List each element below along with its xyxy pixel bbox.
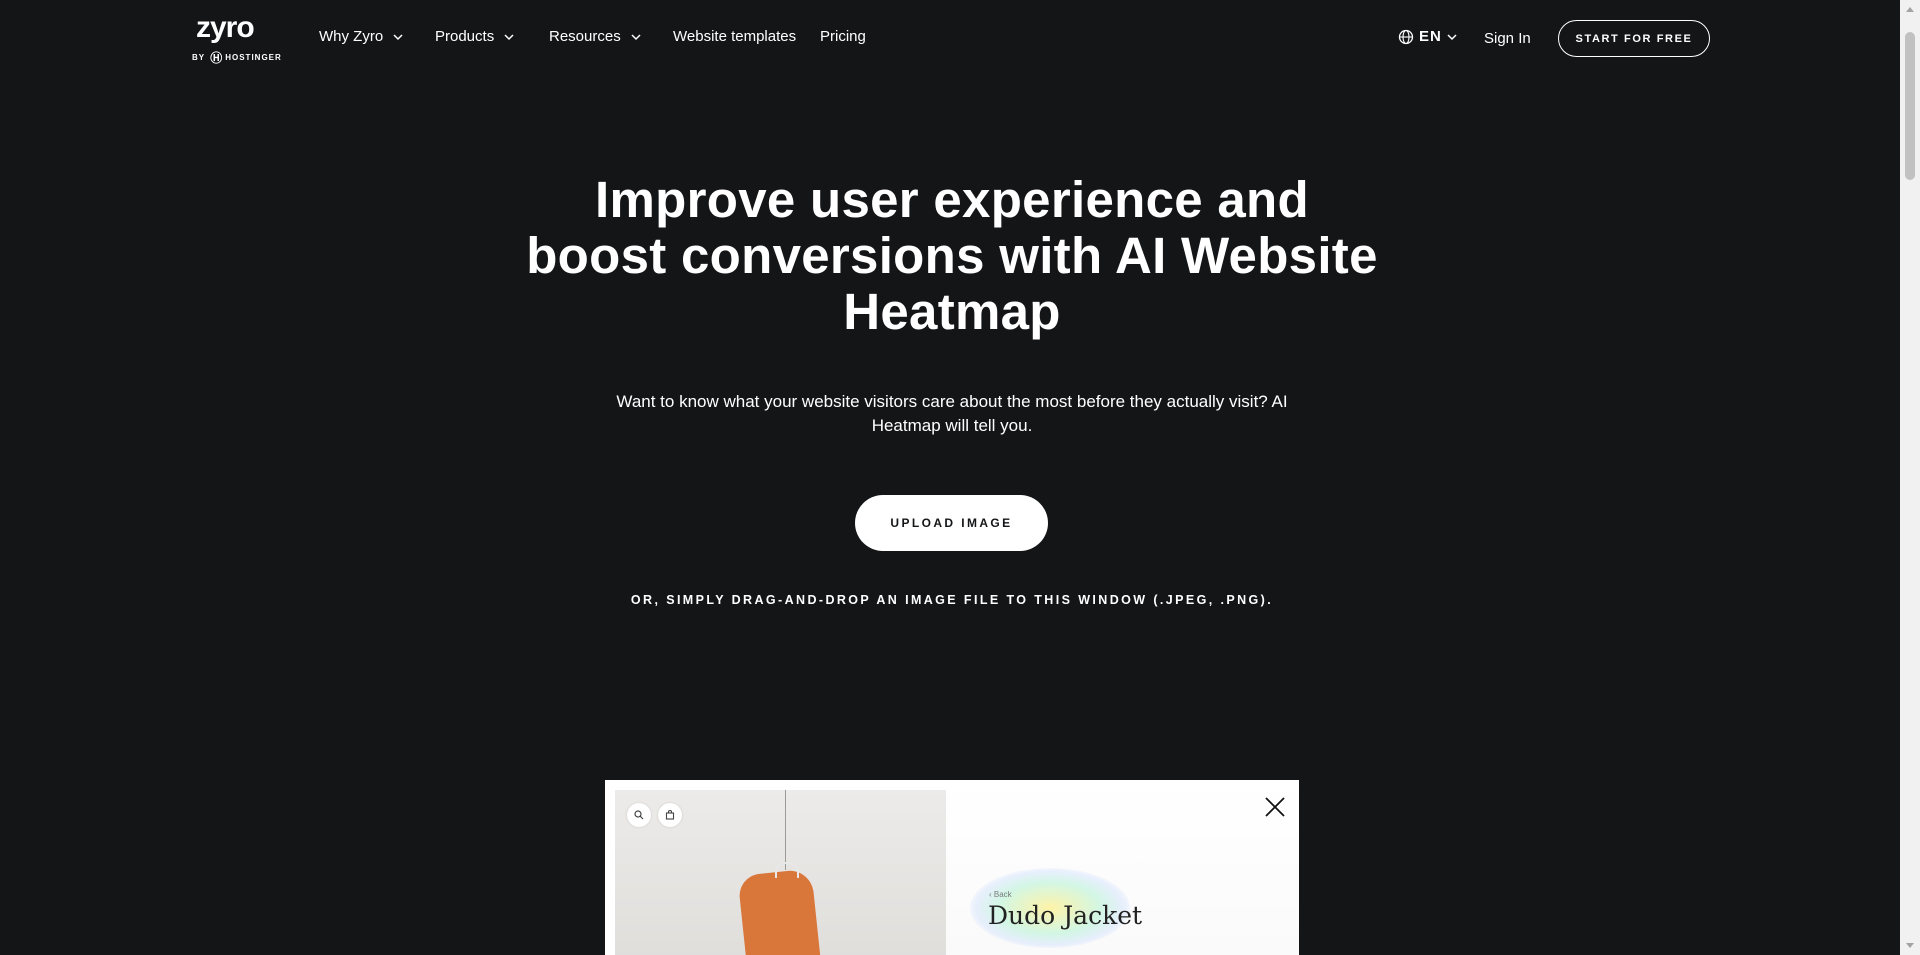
back-link[interactable]: ‹ Back [989,890,1012,899]
nav-item-website-templates[interactable]: Website templates [673,28,796,45]
nav-item-label: Why Zyro [319,28,384,45]
chevron-down-icon [504,33,514,40]
language-label: EN [1419,28,1442,45]
scroll-up-arrow-icon[interactable] [1906,7,1914,12]
globe-icon [1398,29,1414,44]
start-for-free-button[interactable]: START FOR FREE [1558,20,1710,57]
hostinger-mark-icon: Ⓗ [210,51,224,65]
nav-item-label: Resources [549,28,621,45]
zyro-logo[interactable]: zyro BY Ⓗ HOSTINGER [192,11,281,65]
nav-item-label: Products [435,28,495,45]
language-selector[interactable]: EN [1398,28,1457,45]
search-icon[interactable] [627,803,651,827]
nav-item-pricing[interactable]: Pricing [820,28,866,45]
nav-item-label: Pricing [820,28,866,45]
scroll-down-arrow-icon[interactable] [1906,943,1914,948]
preview-product-photo [615,790,946,955]
nav-item-resources[interactable]: Resources [549,28,641,45]
nav-item-label: Website templates [673,28,797,45]
upload-image-button[interactable]: UPLOAD IMAGE [855,495,1048,551]
page-scrollbar[interactable] [1900,0,1920,955]
logo-by: BY [192,53,205,62]
close-icon[interactable] [1263,795,1287,819]
chevron-down-icon [631,33,641,40]
drag-drop-hint: OR, SIMPLY DRAG-AND-DROP AN IMAGE FILE T… [630,593,1274,607]
heatmap-preview: ‹ Back Dudo Jacket [605,780,1299,955]
nav-item-why-zyro[interactable]: Why Zyro [319,28,403,45]
chevron-down-icon [393,33,403,40]
logo-company: HOSTINGER [225,53,282,62]
jacket-image [737,868,823,955]
bag-icon[interactable] [658,803,682,827]
hanger-string [785,790,786,870]
nav-item-products[interactable]: Products [435,28,514,45]
hanger-icon [775,862,799,878]
chevron-down-icon [1447,33,1457,40]
product-title: Dudo Jacket [988,901,1143,930]
hero-title: Improve user experience and boost conver… [526,171,1378,340]
logo-wordmark: zyro [196,11,255,44]
top-navigation: zyro BY Ⓗ HOSTINGER Why Zyro Products Res… [0,0,1900,78]
sign-in-link[interactable]: Sign In [1484,30,1531,47]
scrollbar-thumb[interactable] [1905,32,1915,180]
hero-subtitle: Want to know what your website visitors … [616,392,1288,435]
logo-byline: BY Ⓗ HOSTINGER [192,49,282,66]
